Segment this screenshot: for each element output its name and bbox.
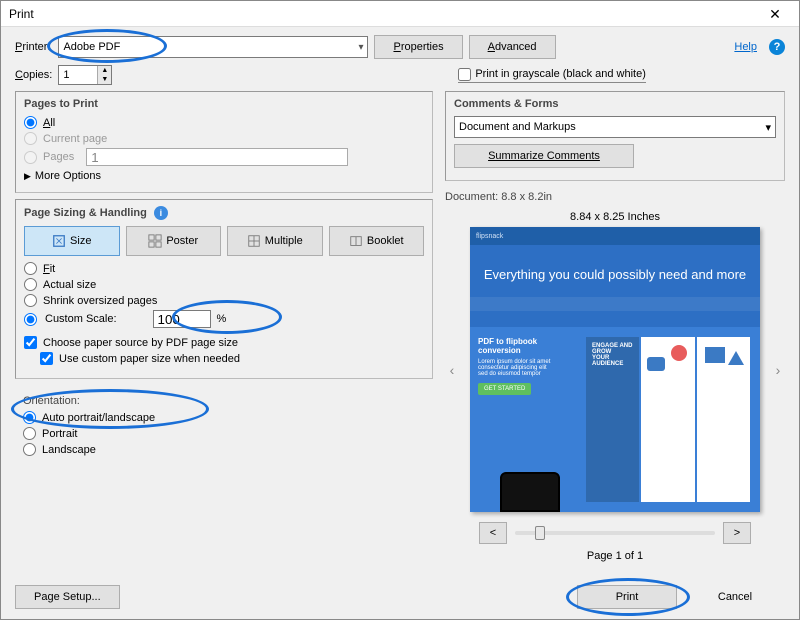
titlebar: Print ✕ (1, 1, 799, 27)
properties-button[interactable]: Properties (374, 35, 462, 59)
radio-custom-scale[interactable] (24, 313, 37, 326)
radio-custom-label: Custom Scale: (45, 313, 117, 325)
triangle-right-icon: ▶ (24, 171, 31, 182)
cancel-button[interactable]: Cancel (685, 585, 785, 609)
radio-pages[interactable] (24, 151, 37, 164)
radio-actual[interactable] (24, 278, 37, 291)
printer-label: Printer: (15, 41, 50, 53)
radio-auto-orient-label: Auto portrait/landscape (42, 412, 155, 424)
prev-page-button[interactable]: < (479, 522, 507, 544)
chevron-down-icon: ▾ (358, 42, 363, 53)
more-options-toggle[interactable]: ▶ More Options (24, 170, 424, 182)
sizing-group: Page Sizing & Handling i Size Poster Mul… (15, 199, 433, 379)
comments-group: Comments & Forms Document and Markups ▾ … (445, 91, 785, 181)
copies-row: Copies: ▲ ▼ Print in grayscale (black an… (1, 63, 799, 91)
radio-all-label: All (43, 117, 55, 129)
grayscale-row: Print in grayscale (black and white) (458, 68, 646, 83)
chevron-down-icon: ▾ (765, 121, 771, 134)
advanced-button[interactable]: Advanced (469, 35, 556, 59)
orientation-group: Orientation: Auto portrait/landscape Por… (15, 391, 433, 463)
tab-booklet[interactable]: Booklet (329, 226, 425, 256)
radio-portrait[interactable] (23, 427, 36, 440)
zoom-slider[interactable] (515, 531, 715, 535)
tab-multiple[interactable]: Multiple (227, 226, 323, 256)
printer-selected: Adobe PDF (63, 41, 120, 53)
radio-landscape[interactable] (23, 443, 36, 456)
preview-area: ‹ flipsnack Everything you could possibl… (445, 227, 785, 512)
multiple-icon (247, 234, 261, 248)
spinner-up[interactable]: ▲ (98, 66, 111, 75)
print-dialog: Print ✕ Printer: Adobe PDF ▾ Properties … (0, 0, 800, 620)
radio-fit[interactable] (24, 262, 37, 275)
sizing-tabs: Size Poster Multiple Booklet (24, 226, 424, 256)
tab-poster[interactable]: Poster (126, 226, 222, 256)
use-custom-paper-checkbox[interactable] (40, 352, 53, 365)
help-icon[interactable]: ? (769, 39, 785, 55)
dialog-buttons: Page Setup... Print Cancel (1, 579, 799, 619)
grayscale-label: Print in grayscale (black and white) (475, 68, 646, 80)
copies-spinner[interactable]: ▲ ▼ (58, 65, 112, 85)
printer-row: Printer: Adobe PDF ▾ Properties Advanced… (1, 27, 799, 63)
page-setup-button[interactable]: Page Setup... (15, 585, 120, 609)
tab-size[interactable]: Size (24, 226, 120, 256)
radio-shrink-label: Shrink oversized pages (43, 295, 157, 307)
radio-auto-orient[interactable] (23, 411, 36, 424)
percent-label: % (217, 313, 227, 325)
poster-icon (148, 234, 162, 248)
info-icon[interactable]: i (154, 206, 168, 220)
choose-paper-label: Choose paper source by PDF page size (43, 337, 238, 349)
use-custom-paper-label: Use custom paper size when needed (59, 353, 240, 365)
radio-pages-label: Pages (43, 151, 74, 163)
next-page-button[interactable]: > (723, 522, 751, 544)
radio-landscape-label: Landscape (42, 444, 96, 456)
pages-range-input[interactable] (86, 148, 348, 166)
comments-select[interactable]: Document and Markups ▾ (454, 116, 776, 138)
orientation-title: Orientation: (23, 395, 425, 407)
radio-pages-row: Pages (24, 148, 424, 166)
zoom-slider-row: < > (445, 522, 785, 544)
preview-next-chevron[interactable]: › (769, 358, 787, 382)
choose-paper-checkbox[interactable] (24, 336, 37, 349)
comments-title: Comments & Forms (454, 98, 776, 110)
pages-to-print-group: Pages to Print All Current page Pages ▶ … (15, 91, 433, 193)
document-size: Document: 8.8 x 8.2in (445, 191, 785, 203)
window-title: Print (5, 7, 755, 21)
preview-brand: flipsnack (470, 227, 760, 245)
size-icon (52, 234, 66, 248)
pages-to-print-title: Pages to Print (24, 98, 424, 110)
radio-fit-label: Fit (43, 263, 55, 275)
preview-page-size: 8.84 x 8.25 Inches (445, 211, 785, 223)
print-button[interactable]: Print (577, 585, 677, 609)
help-link[interactable]: Help (734, 41, 757, 53)
print-preview: flipsnack Everything you could possibly … (470, 227, 760, 512)
custom-scale-input[interactable] (153, 310, 211, 328)
radio-current-label: Current page (43, 133, 107, 145)
radio-all[interactable] (24, 116, 37, 129)
summarize-comments-button[interactable]: Summarize Comments (454, 144, 634, 168)
radio-shrink[interactable] (24, 294, 37, 307)
copies-input[interactable] (59, 69, 97, 81)
sizing-title: Page Sizing & Handling i (24, 206, 424, 220)
printer-select[interactable]: Adobe PDF ▾ (58, 36, 368, 58)
preview-pdf-title: PDF to flipbook conversion (478, 337, 578, 355)
radio-current[interactable] (24, 132, 37, 145)
booklet-icon (349, 234, 363, 248)
grayscale-checkbox[interactable] (458, 68, 471, 81)
close-button[interactable]: ✕ (755, 2, 795, 26)
more-options-label: More Options (35, 170, 101, 182)
radio-actual-label: Actual size (43, 279, 96, 291)
slider-thumb[interactable] (535, 526, 545, 540)
radio-all-row: All (24, 116, 424, 129)
copies-label: Copies: (15, 69, 52, 81)
radio-portrait-label: Portrait (42, 428, 77, 440)
page-indicator: Page 1 of 1 (445, 550, 785, 562)
radio-current-row: Current page (24, 132, 424, 145)
comments-selected: Document and Markups (459, 121, 576, 133)
spinner-down[interactable]: ▼ (98, 75, 111, 84)
preview-prev-chevron[interactable]: ‹ (443, 358, 461, 382)
